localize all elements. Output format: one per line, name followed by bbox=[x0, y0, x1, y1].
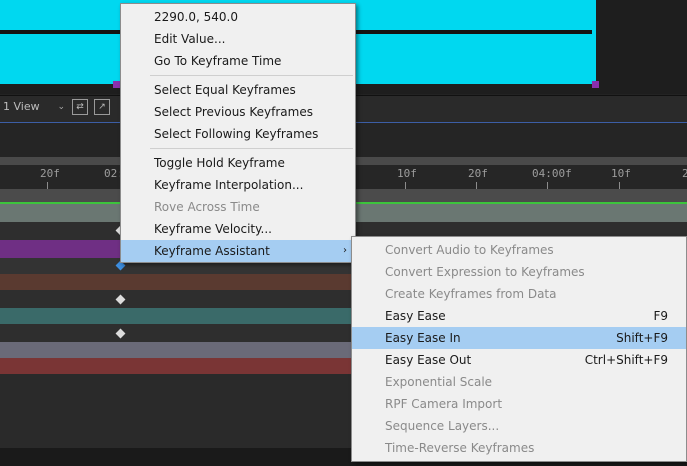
submenu-item-convert-expression: Convert Expression to Keyframes bbox=[385, 265, 585, 279]
menu-item-select-previous-keyframes[interactable]: Select Previous Keyframes bbox=[121, 101, 355, 123]
menu-item-rove-across-time: Rove Across Time bbox=[154, 200, 260, 214]
ruler-label: 10f bbox=[611, 167, 631, 180]
submenu-item-exponential-scale: Exponential Scale bbox=[385, 375, 493, 389]
shortcut-label: Shift+F9 bbox=[616, 331, 668, 345]
menu-item-keyframe-assistant-label: Keyframe Assistant bbox=[154, 244, 270, 258]
shortcut-label: Ctrl+Shift+F9 bbox=[584, 353, 668, 367]
menu-item-select-following-keyframes[interactable]: Select Following Keyframes bbox=[121, 123, 355, 145]
submenu-item-easy-ease-in-label: Easy Ease In bbox=[385, 331, 461, 345]
layer-handle-left[interactable] bbox=[113, 81, 120, 88]
ruler-label: 10f bbox=[397, 167, 417, 180]
menu-item-keyframe-velocity[interactable]: Keyframe Velocity... bbox=[121, 218, 355, 240]
menu-item-edit-value[interactable]: Edit Value... bbox=[121, 28, 355, 50]
submenu-item-convert-audio: Convert Audio to Keyframes bbox=[385, 243, 554, 257]
layer-handle-right[interactable] bbox=[592, 81, 599, 88]
view-layout-label: 1 View bbox=[3, 100, 40, 113]
submenu-item-easy-ease-label: Easy Ease bbox=[385, 309, 446, 323]
submenu-item-easy-ease[interactable]: Easy Ease F9 bbox=[352, 305, 686, 327]
sync-views-icon[interactable]: ⇄ bbox=[72, 99, 88, 115]
ruler-label: 2 bbox=[682, 167, 687, 180]
ruler-label: 04:00f bbox=[532, 167, 572, 180]
ruler-label: 20f bbox=[40, 167, 60, 180]
view-layout-dropdown[interactable]: 1 View ⌄ bbox=[3, 98, 65, 116]
submenu-item-time-reverse-keyframes: Time-Reverse Keyframes bbox=[385, 441, 535, 455]
shortcut-label: F9 bbox=[653, 309, 668, 323]
submenu-item-rpf-camera-import: RPF Camera Import bbox=[385, 397, 503, 411]
menu-item-toggle-hold-keyframe[interactable]: Toggle Hold Keyframe bbox=[121, 152, 355, 174]
menu-item-keyframe-interpolation[interactable]: Keyframe Interpolation... bbox=[121, 174, 355, 196]
submenu-item-sequence-layers: Sequence Layers... bbox=[385, 419, 500, 433]
menu-separator bbox=[150, 148, 353, 149]
submenu-item-create-keyframes-from-data: Create Keyframes from Data bbox=[385, 287, 557, 301]
menu-item-select-equal-keyframes[interactable]: Select Equal Keyframes bbox=[121, 79, 355, 101]
menu-item-value[interactable]: 2290.0, 540.0 bbox=[121, 6, 355, 28]
snapshot-icon[interactable]: ↗ bbox=[94, 99, 110, 115]
submenu-item-easy-ease-out-label: Easy Ease Out bbox=[385, 353, 472, 367]
menu-separator bbox=[150, 75, 353, 76]
menu-item-go-to-keyframe-time[interactable]: Go To Keyframe Time bbox=[121, 50, 355, 72]
keyframe-assistant-submenu: Convert Audio to Keyframes Convert Expre… bbox=[351, 236, 687, 462]
chevron-right-icon: › bbox=[343, 245, 347, 256]
menu-item-keyframe-assistant[interactable]: Keyframe Assistant › bbox=[121, 240, 355, 262]
chevron-down-icon: ⌄ bbox=[57, 102, 65, 112]
submenu-item-easy-ease-out[interactable]: Easy Ease Out Ctrl+Shift+F9 bbox=[352, 349, 686, 371]
ruler-label: 20f bbox=[468, 167, 488, 180]
keyframe-context-menu: 2290.0, 540.0 Edit Value... Go To Keyfra… bbox=[120, 3, 356, 263]
submenu-item-easy-ease-in[interactable]: Easy Ease In Shift+F9 bbox=[352, 327, 686, 349]
